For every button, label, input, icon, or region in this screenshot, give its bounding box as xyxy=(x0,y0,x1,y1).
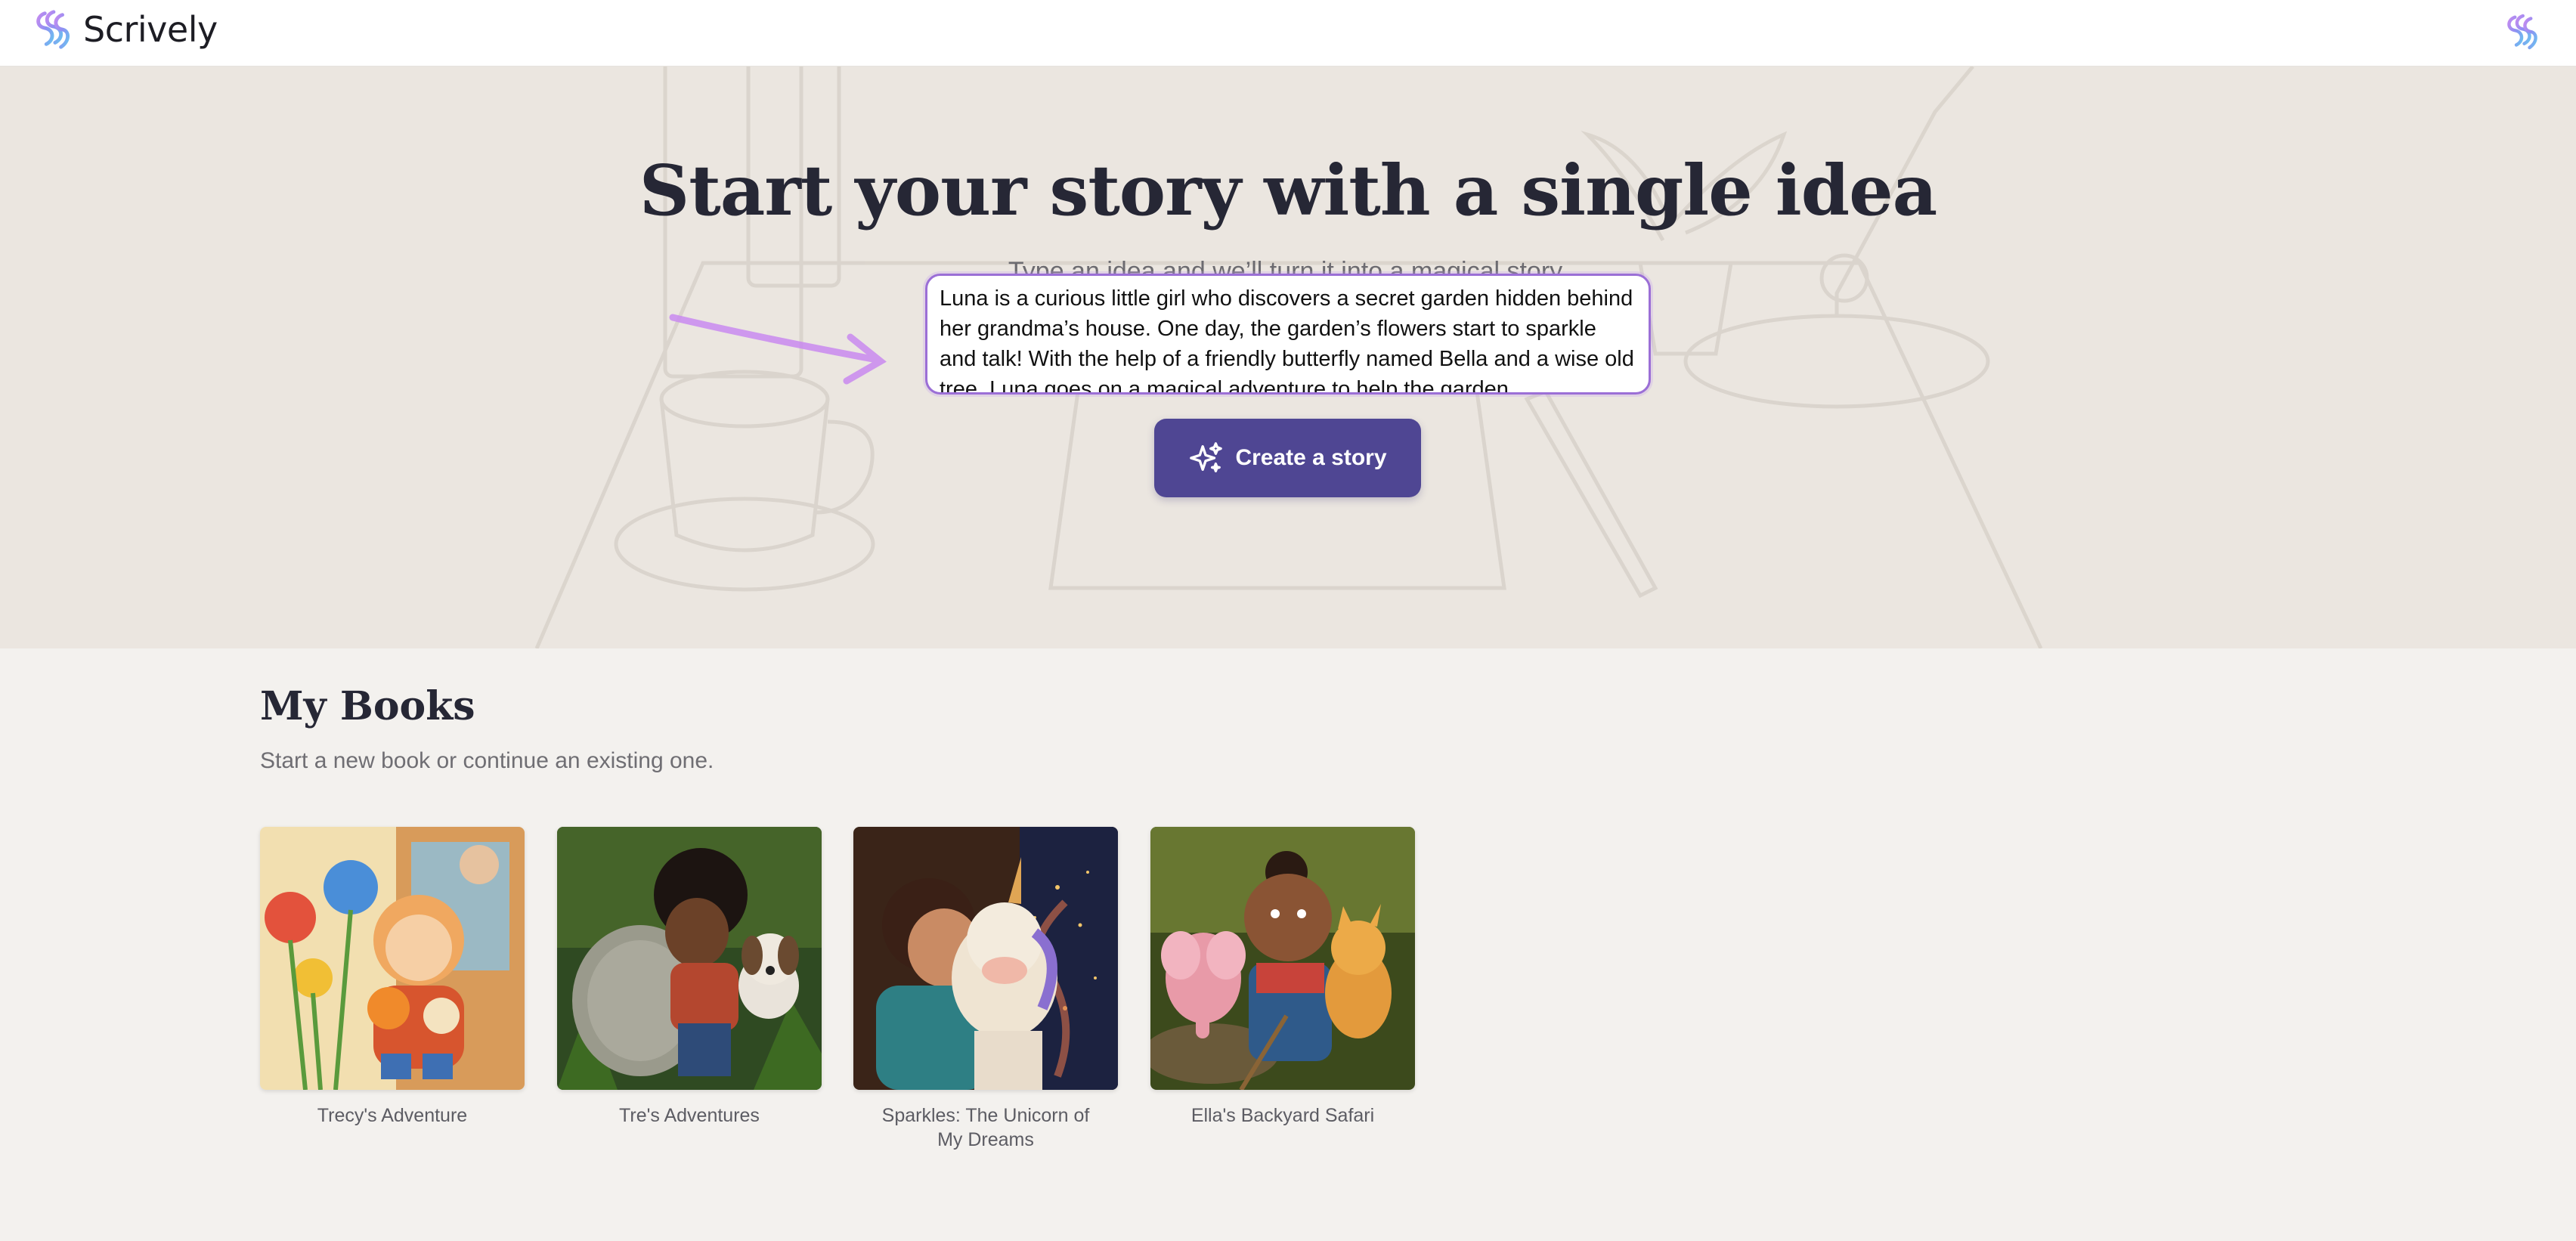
book-card[interactable]: Sparkles: The Unicorn of My Dreams xyxy=(853,827,1118,1152)
book-title: Sparkles: The Unicorn of My Dreams xyxy=(881,1105,1090,1150)
book-cover-image xyxy=(260,827,525,1090)
story-idea-input[interactable]: Luna is a curious little girl who discov… xyxy=(925,274,1651,395)
create-story-button[interactable]: Create a story xyxy=(1154,419,1421,497)
book-card[interactable]: Tre's Adventures xyxy=(557,827,822,1128)
hero-title: Start your story with a single idea xyxy=(639,150,1937,231)
create-story-label: Create a story xyxy=(1235,445,1387,470)
book-card[interactable]: Trecy's Adventure xyxy=(260,827,525,1128)
sparkles-icon xyxy=(1190,442,1223,472)
brand-home-link[interactable]: Scrively xyxy=(29,6,218,53)
my-books-heading: My Books xyxy=(260,683,475,729)
book-title: Tre's Adventures xyxy=(619,1105,760,1126)
book-card[interactable]: Ella's Backyard Safari xyxy=(1150,827,1415,1128)
book-cover-image xyxy=(1150,827,1415,1090)
scrively-logo-icon xyxy=(36,10,70,49)
account-menu-icon[interactable] xyxy=(2500,11,2543,53)
brand-name: Scrively xyxy=(83,9,218,50)
pointing-arrow-icon xyxy=(669,314,887,385)
my-books-subtitle: Start a new book or continue an existing… xyxy=(260,748,714,773)
story-idea-text[interactable]: Luna is a curious little girl who discov… xyxy=(940,283,1636,392)
book-title: Trecy's Adventure xyxy=(317,1105,468,1126)
book-cover-image xyxy=(557,827,822,1090)
book-title: Ella's Backyard Safari xyxy=(1190,1105,1375,1126)
book-cover-image xyxy=(853,827,1118,1090)
top-navigation-bar: Scrively xyxy=(0,0,2576,67)
